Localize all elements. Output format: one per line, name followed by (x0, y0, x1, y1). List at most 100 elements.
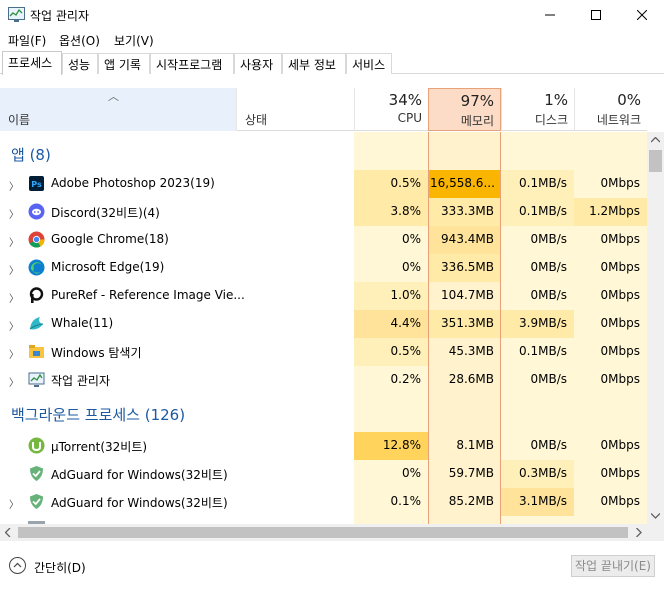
table-row[interactable]: 〉 Windows 탐색기 0.5% 45.3MB 0.1MB/s 0Mbps (0, 338, 647, 366)
svg-text:Ps: Ps (31, 180, 42, 189)
expand-icon[interactable]: 〉 (9, 234, 19, 249)
process-name: Windows 탐색기 (51, 346, 142, 360)
column-header: ︿ 이름 상태 34% CPU 97% 메모리 1% 디스크 0% 네트워크 (0, 88, 647, 131)
network-value: 0Mbps (600, 344, 640, 358)
close-button[interactable] (619, 0, 664, 30)
disk-value: 0MB/s (530, 260, 567, 274)
process-name: Google Chrome(18) (51, 232, 169, 246)
expand-icon[interactable]: 〉 (9, 178, 19, 193)
tab-details[interactable]: 세부 정보 (282, 53, 346, 74)
minimize-button[interactable] (527, 0, 573, 30)
table-row[interactable]: AdGuard for Windows(32비트) 0% 59.7MB 0.3M… (0, 460, 647, 488)
title-bar: 작업 관리자 (0, 0, 664, 30)
task-manager-icon (8, 7, 25, 22)
expand-icon[interactable]: 〉 (9, 262, 19, 277)
group-header-background[interactable]: 백그라운드 프로세스 (126) (0, 400, 647, 428)
column-status[interactable]: 상태 (236, 88, 354, 131)
memory-value: 16,558.6... (430, 176, 495, 190)
group-title-apps: 앱 (8) (11, 146, 51, 164)
scroll-up-icon[interactable] (651, 137, 660, 143)
memory-value: 8.1MB (456, 438, 494, 452)
collapse-icon[interactable] (9, 557, 26, 574)
horizontal-scrollbar[interactable] (0, 524, 664, 541)
menu-view[interactable]: 보기(V) (114, 32, 154, 49)
table-row[interactable]: 〉 Google Chrome(18) 0% 943.4MB 0MB/s 0Mb… (0, 226, 647, 254)
column-network[interactable]: 0% 네트워크 (574, 88, 647, 131)
tab-processes[interactable]: 프로세스 (2, 51, 62, 75)
table-row-partial[interactable] (0, 516, 647, 524)
group-header-apps[interactable]: 앱 (8) (0, 138, 647, 166)
network-value: 0Mbps (600, 176, 640, 190)
horizontal-scroll-thumb[interactable] (18, 527, 628, 538)
explorer-icon (29, 345, 44, 358)
vertical-scroll-thumb[interactable] (649, 150, 662, 172)
scroll-down-icon[interactable] (651, 513, 660, 519)
table-row[interactable]: 〉 Discord(32비트)(4) 3.8% 333.3MB 0.1MB/s … (0, 198, 647, 226)
table-row[interactable]: 〉 Microsoft Edge(19) 0% 336.5MB 0MB/s 0M… (0, 254, 647, 282)
column-status-label: 상태 (245, 113, 268, 127)
tab-bar: 프로세스 성능 앱 기록 시작프로그램 사용자 세부 정보 서비스 (0, 51, 664, 75)
chrome-icon (28, 231, 45, 248)
menu-options[interactable]: 옵션(O) (59, 32, 100, 49)
column-name[interactable]: ︿ 이름 (0, 88, 236, 131)
memory-value: 351.3MB (441, 316, 494, 330)
tab-performance[interactable]: 성능 (62, 53, 98, 74)
cpu-value: 12.8% (382, 438, 421, 452)
photoshop-icon: Ps (29, 176, 44, 191)
cpu-value: 0% (401, 466, 421, 480)
maximize-button[interactable] (573, 0, 619, 30)
column-name-label: 이름 (8, 113, 31, 127)
network-total: 0% (617, 91, 641, 109)
tab-services[interactable]: 서비스 (346, 53, 392, 74)
scroll-right-icon[interactable] (636, 528, 642, 537)
minimize-icon (545, 14, 555, 16)
menu-file[interactable]: 파일(F) (8, 32, 46, 49)
network-value: 0Mbps (600, 232, 640, 246)
end-task-button[interactable]: 작업 끝내기(E) (571, 555, 655, 577)
expand-icon[interactable]: 〉 (9, 206, 19, 221)
cpu-value: 0% (401, 260, 421, 274)
expand-icon[interactable]: 〉 (9, 374, 19, 389)
edge-icon (28, 259, 45, 276)
column-memory[interactable]: 97% 메모리 (428, 88, 501, 131)
table-row[interactable]: 〉 Ps Adobe Photoshop 2023(19) 0.5% 16,55… (0, 170, 647, 198)
column-disk[interactable]: 1% 디스크 (501, 88, 574, 131)
disk-value: 0MB/s (530, 372, 567, 386)
network-value: 1.2Mbps (589, 204, 640, 218)
disk-value: 0.1MB/s (519, 344, 567, 358)
taskmgr-icon (28, 372, 45, 387)
scroll-left-icon[interactable] (5, 528, 11, 537)
tab-startup[interactable]: 시작프로그램 (150, 53, 234, 74)
expand-icon[interactable]: 〉 (9, 346, 19, 361)
cpu-value: 1.0% (390, 288, 422, 302)
collapse-button[interactable]: 간단히(D) (34, 559, 86, 576)
utorrent-icon (28, 437, 45, 454)
group-title-background: 백그라운드 프로세스 (126) (11, 406, 186, 424)
tab-users[interactable]: 사용자 (234, 53, 282, 74)
process-name: 작업 관리자 (51, 374, 111, 388)
vertical-scrollbar[interactable] (647, 132, 664, 524)
column-cpu[interactable]: 34% CPU (354, 88, 428, 131)
disk-value: 0MB/s (530, 288, 567, 302)
table-row[interactable]: 〉 Whale(11) 4.4% 351.3MB 3.9MB/s 0Mbps (0, 310, 647, 338)
whale-icon (29, 317, 44, 330)
expand-icon[interactable]: 〉 (9, 318, 19, 333)
menu-bar: 파일(F) 옵션(O) 보기(V) (0, 30, 664, 50)
expand-icon[interactable]: 〉 (9, 290, 19, 305)
cpu-value: 4.4% (390, 316, 422, 330)
process-name: AdGuard for Windows(32비트) (51, 468, 228, 482)
cpu-value: 0.5% (390, 344, 422, 358)
table-row[interactable]: µTorrent(32비트) 12.8% 8.1MB 0MB/s 0Mbps (0, 432, 647, 460)
pureref-icon (29, 287, 44, 303)
table-row[interactable]: 〉 작업 관리자 0.2% 28.6MB 0MB/s 0Mbps (0, 366, 647, 394)
table-row[interactable]: 〉 PureRef - Reference Image Vie... 1.0% … (0, 282, 647, 310)
table-row[interactable]: 〉 AdGuard for Windows(32비트) 0.1% 85.2MB … (0, 488, 647, 516)
disk-value: 0.1MB/s (519, 176, 567, 190)
process-table: 앱 (8) 〉 Ps Adobe Photoshop 2023(19) 0.5%… (0, 132, 647, 524)
network-value: 0Mbps (600, 260, 640, 274)
expand-icon[interactable]: 〉 (9, 496, 19, 511)
memory-value: 59.7MB (448, 466, 494, 480)
tab-app-history[interactable]: 앱 기록 (98, 53, 150, 74)
memory-value: 333.3MB (441, 204, 494, 218)
network-value: 0Mbps (600, 466, 640, 480)
